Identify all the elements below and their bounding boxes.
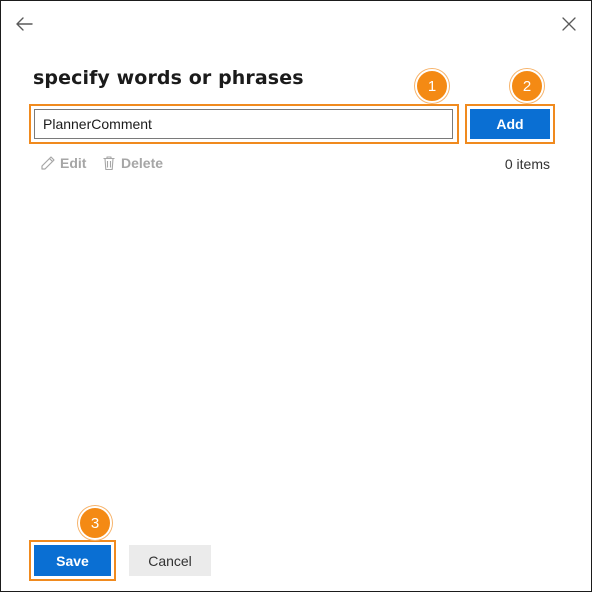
word-phrase-input[interactable] — [34, 109, 453, 139]
page-title: specify words or phrases — [33, 67, 304, 89]
save-button[interactable]: Save — [34, 545, 111, 576]
items-count: 0 items — [504, 156, 550, 172]
trash-icon — [101, 155, 117, 171]
close-icon[interactable] — [561, 16, 577, 32]
edit-label: Edit — [60, 155, 87, 171]
pencil-icon — [40, 155, 56, 171]
delete-label: Delete — [121, 155, 164, 171]
edit-action[interactable]: Edit — [40, 154, 86, 172]
callout-badge-1: 1 — [415, 69, 449, 103]
dialog-panel: specify words or phrases Add Edit Delete… — [0, 0, 592, 592]
back-arrow-icon[interactable] — [14, 14, 34, 34]
callout-badge-3: 3 — [78, 506, 112, 540]
add-button[interactable]: Add — [470, 109, 550, 139]
cancel-button[interactable]: Cancel — [129, 545, 211, 576]
delete-action[interactable]: Delete — [101, 154, 163, 172]
callout-badge-2: 2 — [510, 69, 544, 103]
